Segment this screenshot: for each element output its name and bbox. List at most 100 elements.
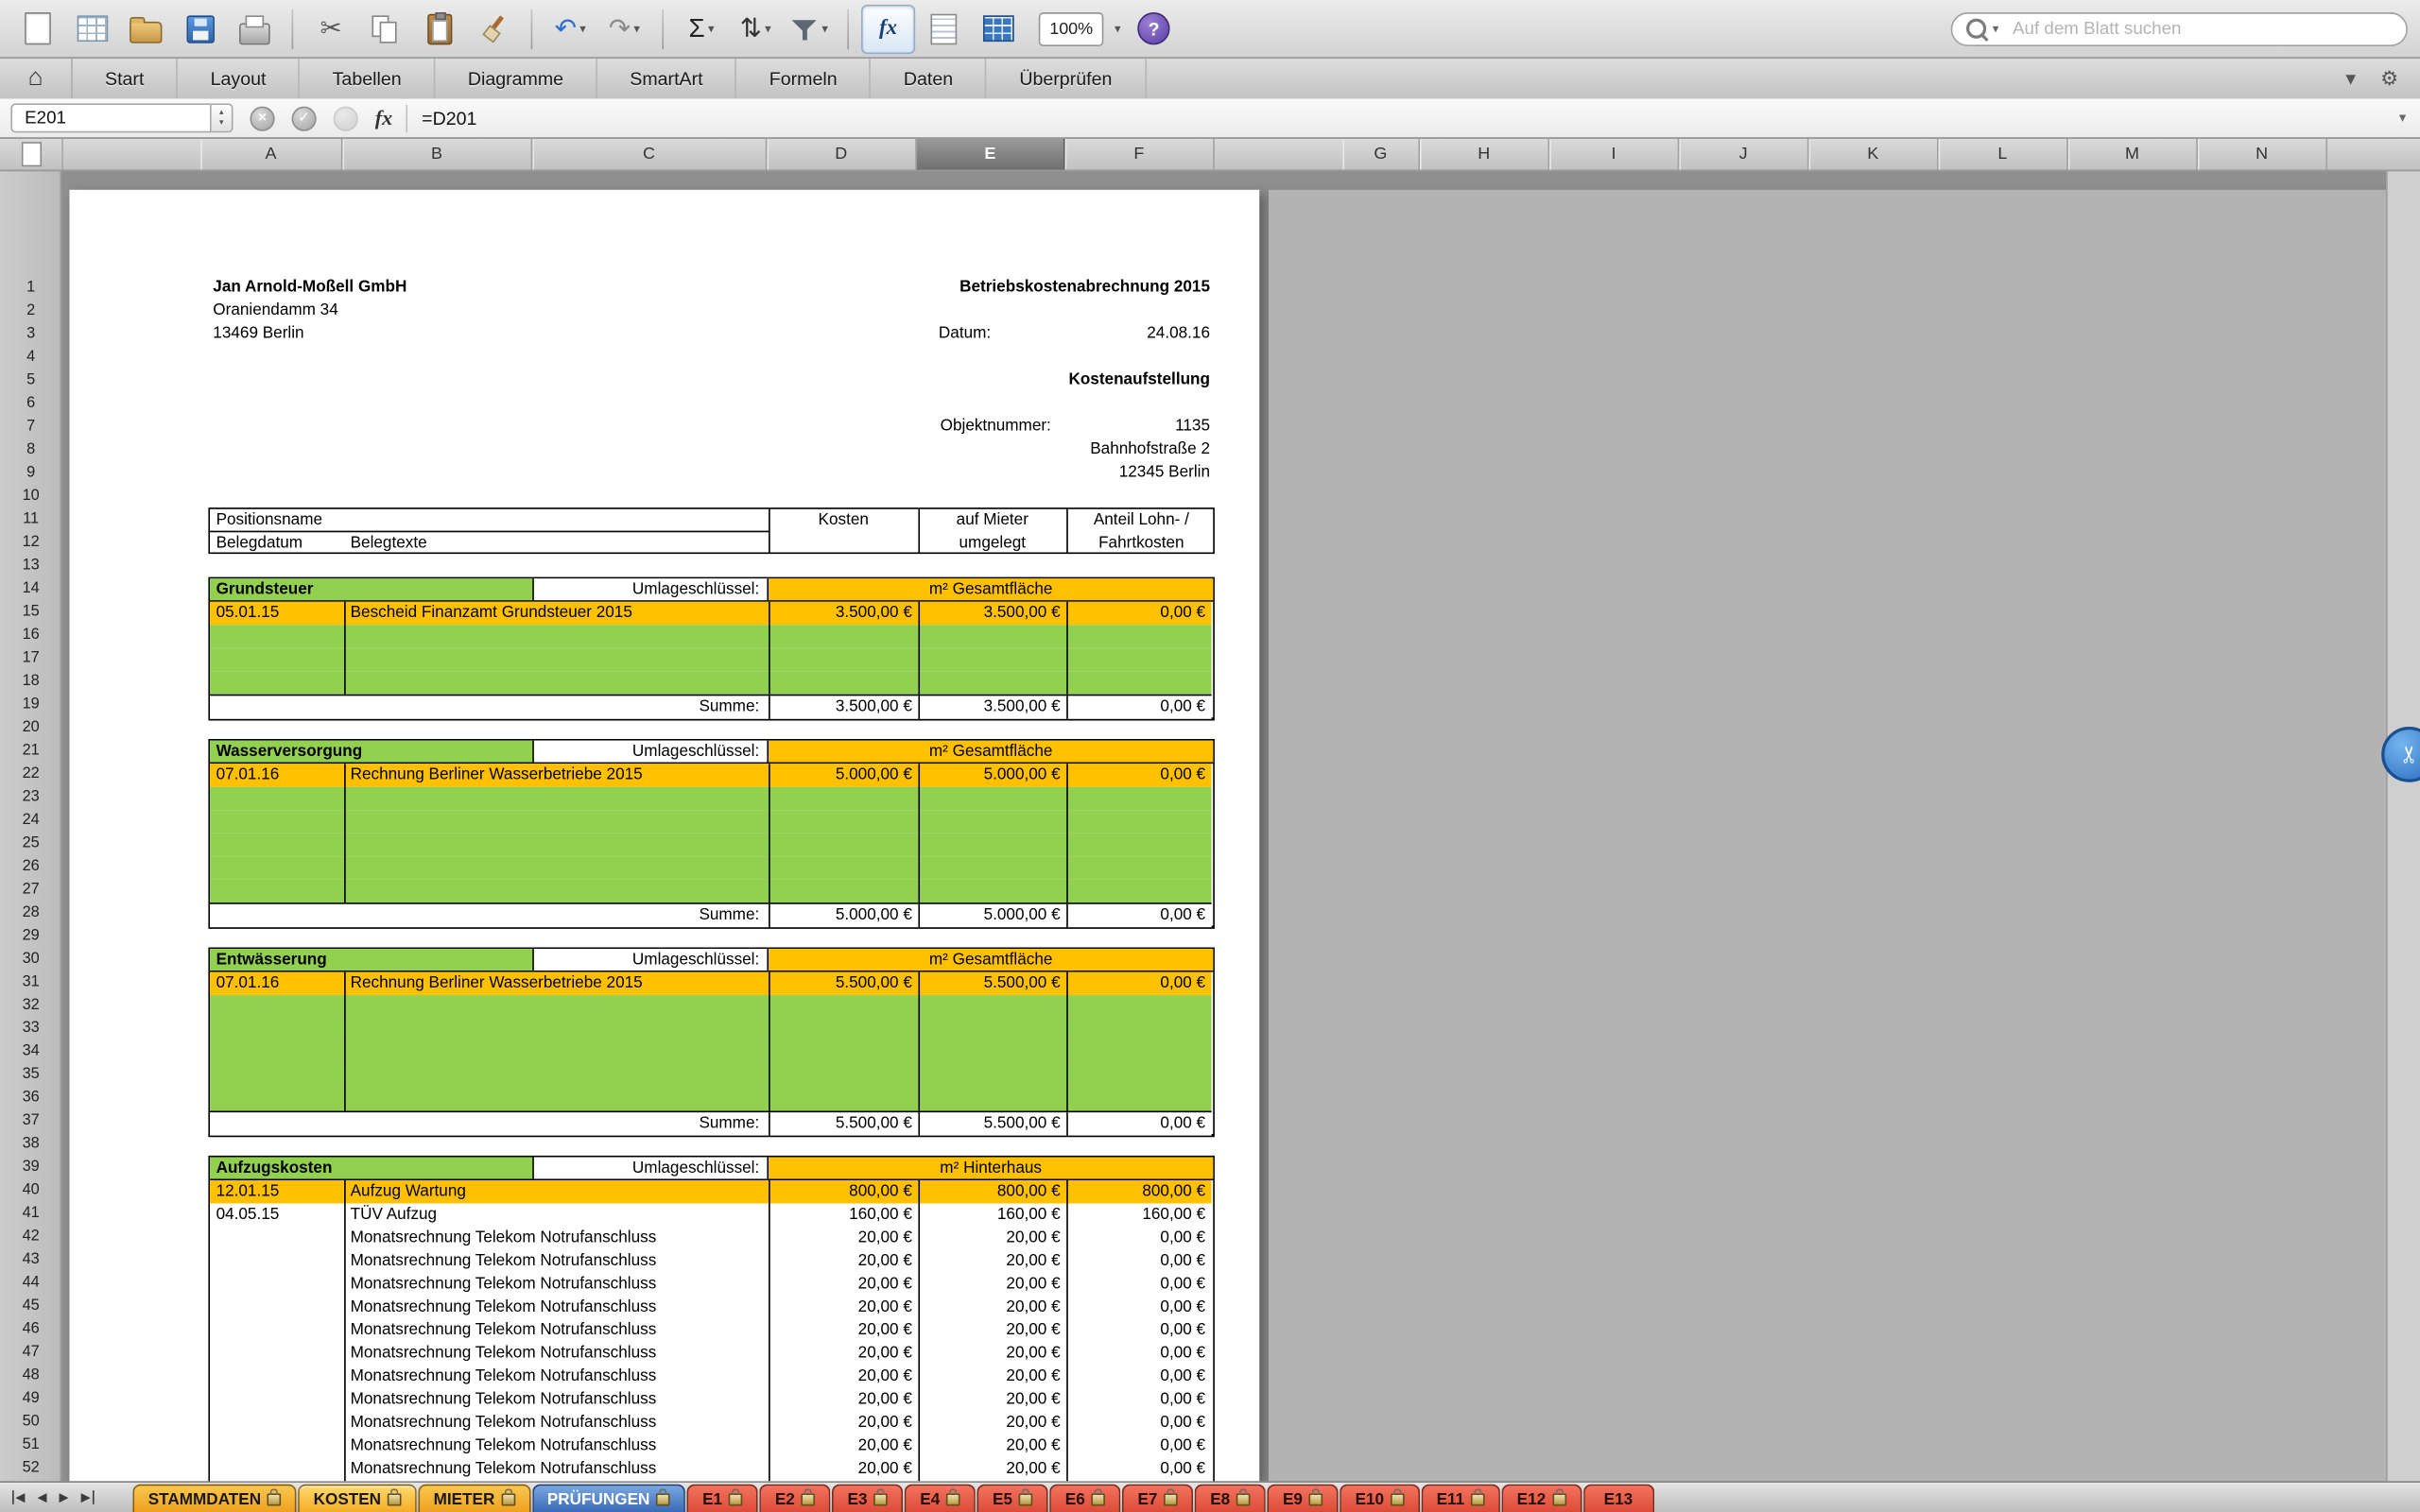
cell-umgelegt[interactable]: 20,00 € (918, 1435, 1066, 1457)
cell-umgelegt[interactable]: 20,00 € (918, 1227, 1066, 1249)
cell-umgelegt[interactable]: 20,00 € (918, 1296, 1066, 1318)
cell-umgelegt[interactable] (918, 625, 1066, 647)
zoom-control[interactable]: 100%▾ (1027, 6, 1126, 52)
cell-belegdatum[interactable] (210, 625, 344, 647)
new-workbook-button[interactable] (12, 6, 63, 52)
cell-belegtext[interactable]: Monatsrechnung Telekom Notrufanschluss (344, 1388, 769, 1411)
e1[interactable]: E1 (687, 1485, 758, 1512)
header-mieter-1[interactable]: auf Mieter (918, 509, 1066, 532)
e8[interactable]: E8 (1195, 1485, 1266, 1512)
stepper-down-icon[interactable]: ▾ (219, 118, 224, 128)
summe-kosten-cell[interactable]: 3.500,00 € (769, 696, 918, 718)
cell-anteil[interactable] (1066, 1088, 1211, 1110)
cell-subtitle[interactable]: Kostenaufstellung (1068, 369, 1210, 391)
row-header-10[interactable]: 10 (0, 485, 61, 507)
cell-anteil[interactable] (1066, 1065, 1211, 1088)
insert-function-button[interactable] (334, 106, 358, 130)
cell-anteil[interactable] (1066, 625, 1211, 647)
cell-belegtext[interactable]: Monatsrechnung Telekom Notrufanschluss (344, 1273, 769, 1296)
redo-button[interactable]: ↷▾ (598, 6, 649, 52)
header-anteil-2[interactable]: Fahrtkosten (1066, 532, 1216, 555)
row-header-44[interactable]: 44 (0, 1271, 61, 1294)
row-header-25[interactable]: 25 (0, 832, 61, 854)
cell-umgelegt[interactable] (918, 833, 1066, 856)
row-header-21[interactable]: 21 (0, 739, 61, 762)
cell-object-number[interactable]: 1135 (1175, 415, 1210, 438)
cell-umgelegt[interactable]: 5.500,00 € (918, 972, 1066, 995)
cell-belegdatum[interactable] (210, 995, 344, 1018)
summe-label-cell[interactable]: Summe: (210, 904, 769, 927)
cell-umgelegt[interactable]: 5.000,00 € (918, 764, 1066, 786)
row-header-6[interactable]: 6 (0, 392, 61, 415)
cell-date-label[interactable]: Datum: (939, 322, 991, 345)
row-header-16[interactable]: 16 (0, 624, 61, 646)
cell-belegdatum[interactable]: 07.01.16 (210, 764, 344, 786)
cell-belegdatum[interactable] (210, 1296, 344, 1318)
cell-anteil[interactable]: 0,00 € (1066, 972, 1211, 995)
mieter[interactable]: MIETER (418, 1485, 530, 1512)
row-header-47[interactable]: 47 (0, 1341, 61, 1364)
cell-belegtext[interactable] (344, 648, 769, 671)
section-name-cell[interactable]: Wasserversorgung (210, 741, 534, 763)
e11[interactable]: E11 (1421, 1485, 1499, 1512)
summe-label-cell[interactable]: Summe: (210, 696, 769, 718)
row-header-8[interactable]: 8 (0, 438, 61, 461)
header-belegdatum[interactable]: Belegdatum (216, 532, 303, 555)
summe-anteil-cell[interactable]: 0,00 € (1066, 696, 1211, 718)
sort-button[interactable]: ⇅▾ (730, 6, 781, 52)
cut-button[interactable]: ✂ (305, 6, 356, 52)
cell-company-city[interactable]: 13469 Berlin (213, 322, 303, 345)
e10[interactable]: E10 (1340, 1485, 1419, 1512)
cell-belegdatum[interactable] (210, 1366, 344, 1388)
row-header-1[interactable]: 1 (0, 276, 61, 299)
cell-belegdatum[interactable] (210, 787, 344, 810)
cell-belegdatum[interactable] (210, 1319, 344, 1342)
cell-umgelegt[interactable] (918, 880, 1066, 902)
cell-anteil[interactable]: 0,00 € (1066, 1319, 1211, 1342)
row-header-20[interactable]: 20 (0, 716, 61, 739)
cell-belegtext[interactable]: Monatsrechnung Telekom Notrufanschluss (344, 1412, 769, 1435)
cell-belegtext[interactable] (344, 833, 769, 856)
cell-anteil[interactable]: 0,00 € (1066, 1458, 1211, 1481)
cell-belegtext[interactable]: Monatsrechnung Telekom Notrufanschluss (344, 1366, 769, 1388)
cell-umgelegt[interactable] (918, 1088, 1066, 1110)
cell-object-label[interactable]: Objektnummer: (941, 415, 1051, 438)
cell-belegdatum[interactable] (210, 1412, 344, 1435)
cell-anteil[interactable] (1066, 880, 1211, 902)
row-header-4[interactable]: 4 (0, 346, 61, 369)
cell-anteil[interactable]: 800,00 € (1066, 1180, 1211, 1203)
cell-belegtext[interactable] (344, 1019, 769, 1041)
cell-kosten[interactable]: 20,00 € (769, 1296, 918, 1318)
header-mieter-2[interactable]: umgelegt (918, 532, 1066, 555)
paste-button[interactable] (414, 6, 465, 52)
cell-belegdatum[interactable] (210, 1388, 344, 1411)
formula-list-button[interactable] (918, 6, 969, 52)
row-header-37[interactable]: 37 (0, 1109, 61, 1132)
cell-anteil[interactable]: 160,00 € (1066, 1203, 1211, 1226)
ribbon-settings-gear-icon[interactable]: ⚙ (2380, 66, 2398, 91)
cell-umgelegt[interactable]: 20,00 € (918, 1273, 1066, 1296)
autosum-button[interactable]: Σ▾ (676, 6, 727, 52)
cell-kosten[interactable] (769, 1019, 918, 1041)
umlage-label-cell[interactable]: Umlageschlüssel: (534, 949, 769, 971)
select-all-corner[interactable] (0, 139, 63, 170)
cell-belegtext[interactable]: Rechnung Berliner Wasserbetriebe 2015 (344, 764, 769, 786)
name-box-stepper[interactable]: ▴ ▾ (212, 103, 233, 132)
cell-kosten[interactable] (769, 995, 918, 1018)
cell-belegtext[interactable] (344, 1065, 769, 1088)
cell-anteil[interactable] (1066, 833, 1211, 856)
row-header-49[interactable]: 49 (0, 1387, 61, 1410)
formula-builder-button[interactable]: fx (861, 4, 915, 53)
cell-kosten[interactable]: 20,00 € (769, 1227, 918, 1249)
cell-belegtext[interactable]: Monatsrechnung Telekom Notrufanschluss (344, 1296, 769, 1318)
cell-umgelegt[interactable] (918, 671, 1066, 694)
ribbon-tab-smartart[interactable]: SmartArt (597, 59, 737, 98)
formula-input[interactable]: =D201 (422, 107, 476, 129)
summe-kosten-cell[interactable]: 5.500,00 € (769, 1112, 918, 1135)
cell-kosten[interactable]: 20,00 € (769, 1412, 918, 1435)
copy-button[interactable] (359, 6, 410, 52)
cell-anteil[interactable] (1066, 787, 1211, 810)
name-box[interactable]: E201 (10, 103, 211, 132)
cell-umgelegt[interactable]: 160,00 € (918, 1203, 1066, 1226)
cell-kosten[interactable]: 800,00 € (769, 1180, 918, 1203)
